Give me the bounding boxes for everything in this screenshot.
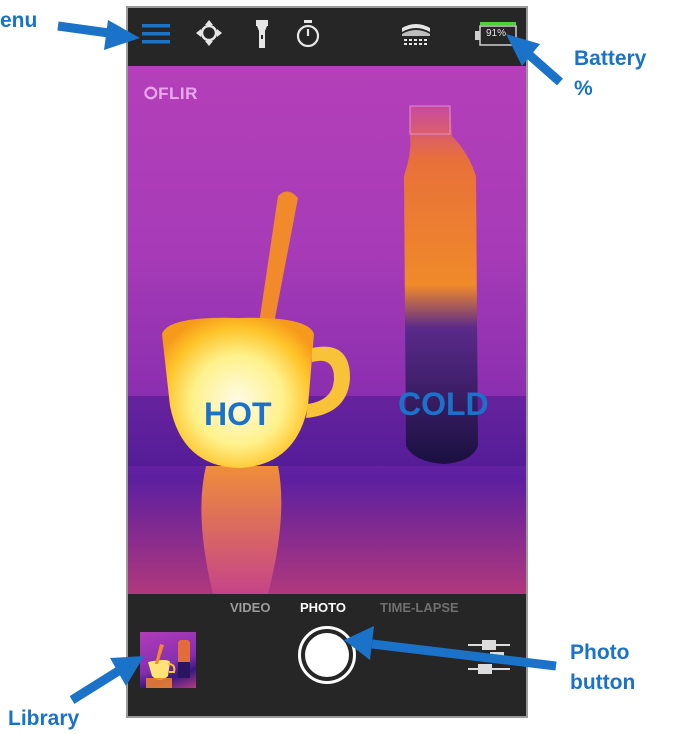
photo-annotation: Photo button [570, 638, 635, 698]
photo-annotation-line2: button [570, 671, 636, 694]
photo-annotation-line1: Photo [570, 641, 630, 664]
library-arrow [69, 666, 123, 704]
battery-annotation: Battery % [574, 44, 646, 104]
annotation-arrows [57, 20, 563, 704]
battery-annotation-line2: % [574, 77, 593, 100]
photo-arrow [371, 639, 557, 671]
battery-arrow [523, 48, 563, 86]
library-annotation: Library [8, 707, 80, 730]
menu-annotation: enu [0, 9, 38, 32]
battery-annotation-line1: Battery [574, 47, 647, 70]
